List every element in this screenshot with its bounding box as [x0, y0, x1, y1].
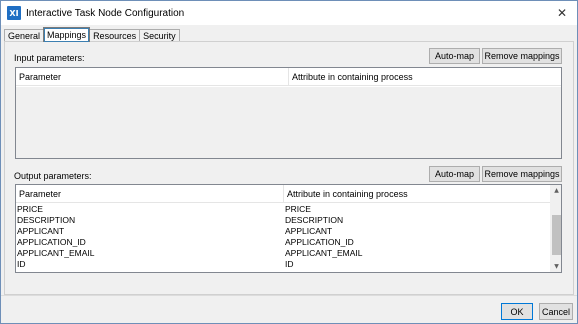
output-column-parameter[interactable]: Parameter — [16, 185, 284, 203]
output-remove-mappings-button[interactable]: Remove mappings — [482, 166, 562, 182]
table-row[interactable]: APPLICANT_EMAIL APPLICANT_EMAIL — [16, 248, 552, 259]
ok-button[interactable]: OK — [501, 303, 533, 320]
table-row[interactable]: APPLICATION_ID APPLICATION_ID — [16, 237, 552, 248]
app-logo-icon: XI — [7, 6, 21, 20]
scroll-up-icon[interactable]: ▲ — [551, 185, 561, 196]
output-table-body: PRICE PRICE DESCRIPTION DESCRIPTION APPL… — [16, 204, 552, 270]
row-attribute: APPLICANT — [285, 226, 333, 236]
row-attribute: APPLICATION_ID — [285, 237, 354, 247]
mappings-panel: Input parameters: Auto-map Remove mappin… — [4, 41, 574, 295]
title-bar: XI Interactive Task Node Configuration ✕ — [1, 1, 577, 25]
row-parameter: APPLICANT_EMAIL — [17, 248, 95, 258]
cancel-button[interactable]: Cancel — [539, 303, 573, 320]
row-parameter: ID — [17, 259, 26, 269]
input-table-header: Parameter Attribute in containing proces… — [16, 68, 561, 86]
input-auto-map-button[interactable]: Auto-map — [429, 48, 480, 64]
input-parameters-table: Parameter Attribute in containing proces… — [15, 67, 562, 159]
input-column-parameter[interactable]: Parameter — [16, 68, 289, 86]
output-auto-map-button[interactable]: Auto-map — [429, 166, 480, 182]
scroll-down-icon[interactable]: ▼ — [551, 261, 561, 272]
output-parameters-table: Parameter Attribute in containing proces… — [15, 184, 562, 273]
window-title: Interactive Task Node Configuration — [26, 7, 185, 19]
input-parameters-label: Input parameters: — [14, 53, 85, 63]
row-parameter: APPLICANT — [17, 226, 65, 236]
input-remove-mappings-button[interactable]: Remove mappings — [482, 48, 562, 64]
row-parameter: DESCRIPTION — [17, 215, 76, 225]
scroll-thumb[interactable] — [552, 215, 561, 255]
input-column-attribute[interactable]: Attribute in containing process — [289, 68, 561, 86]
row-parameter: PRICE — [17, 204, 43, 214]
table-row[interactable]: APPLICANT APPLICANT — [16, 226, 552, 237]
footer-divider — [1, 295, 577, 296]
dialog-window: XI Interactive Task Node Configuration ✕… — [0, 0, 578, 324]
output-table-header: Parameter Attribute in containing proces… — [16, 185, 552, 203]
output-parameters-label: Output parameters: — [14, 171, 92, 181]
output-column-attribute[interactable]: Attribute in containing process — [284, 185, 552, 203]
input-table-empty-area — [16, 87, 561, 158]
row-attribute: ID — [285, 259, 294, 269]
row-parameter: APPLICATION_ID — [17, 237, 86, 247]
table-row[interactable]: PRICE PRICE — [16, 204, 552, 215]
table-row[interactable]: DESCRIPTION DESCRIPTION — [16, 215, 552, 226]
tab-mappings[interactable]: Mappings — [43, 27, 91, 42]
row-attribute: APPLICANT_EMAIL — [285, 248, 363, 258]
close-icon[interactable]: ✕ — [553, 4, 571, 22]
table-row[interactable]: ID ID — [16, 259, 552, 270]
output-table-scrollbar[interactable]: ▲ ▼ — [550, 185, 561, 272]
tab-strip: General Mappings Resources Security — [4, 27, 180, 42]
row-attribute: DESCRIPTION — [285, 215, 344, 225]
row-attribute: PRICE — [285, 204, 311, 214]
